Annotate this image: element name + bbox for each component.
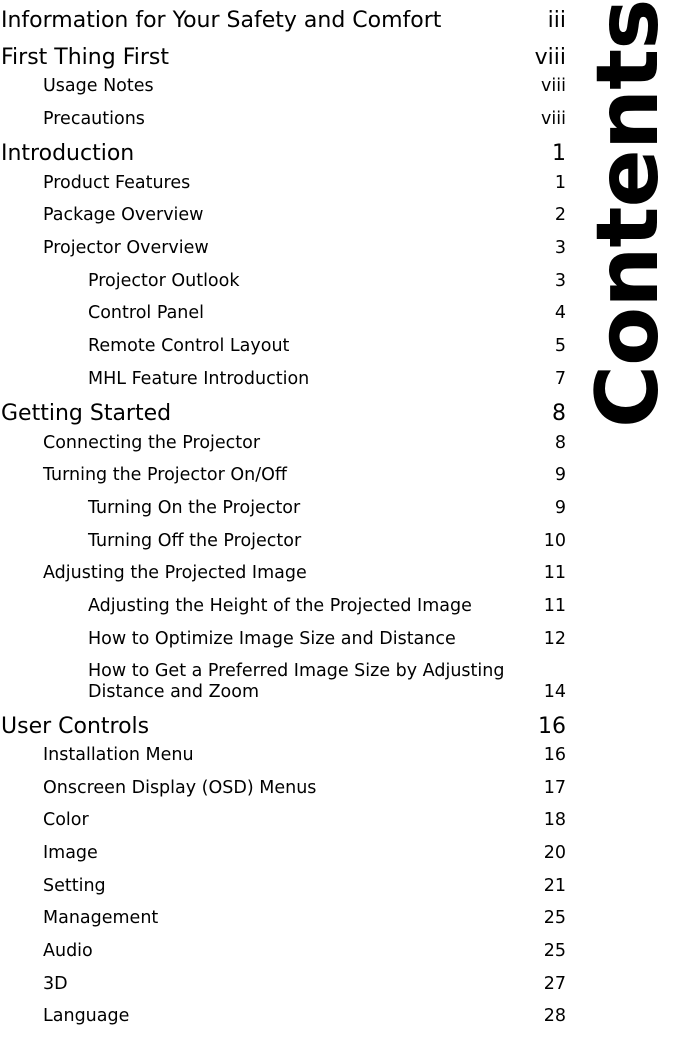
toc-entry-title: Remote Control Layout: [88, 336, 290, 357]
toc-entry-level-2[interactable]: Package Overview 2: [0, 205, 566, 226]
toc-entry-level-2[interactable]: Connecting the Projector 8: [0, 433, 566, 454]
toc-entry-title: Installation Menu: [43, 745, 194, 766]
toc-entry-title: Connecting the Projector: [43, 432, 261, 453]
toc-entry-page-number: 12: [543, 628, 566, 649]
toc-entry-page-number: 20: [543, 843, 566, 864]
toc-entry-page-number: 18: [543, 810, 566, 831]
toc-entry-level-1[interactable]: First Thing First viii: [0, 45, 566, 71]
toc-entry-page-number: 21: [543, 875, 566, 896]
toc-entry-page-number: 11: [543, 563, 566, 584]
toc-entry-page-number: 16: [543, 745, 566, 766]
toc-entry-page-number: 2: [554, 205, 566, 226]
toc-entry-level-1[interactable]: Getting Started 8: [0, 401, 566, 427]
toc-entry-title: MHL Feature Introduction: [88, 368, 310, 389]
toc-entry-title: How to Optimize Image Size and Distance: [88, 628, 456, 649]
toc-entry-page-number: 10: [543, 530, 566, 551]
toc-entry-title: Language: [43, 1006, 130, 1027]
toc-entry-title: Introduction: [1, 141, 135, 167]
toc-entry-title: Projector Outlook: [88, 270, 240, 291]
toc-entry-title: Product Features: [43, 172, 191, 193]
toc-entry-title: Usage Notes: [43, 76, 154, 97]
toc-entry-title: Getting Started: [1, 401, 172, 427]
toc-entry-level-3[interactable]: Remote Control Layout 5: [0, 336, 566, 357]
toc-entry-level-2[interactable]: Turning the Projector On/Off 9: [0, 465, 566, 486]
toc-entry-page-number: viii: [541, 108, 566, 129]
toc-entry-title: Adjusting the Projected Image: [43, 563, 307, 584]
toc-entry-title: Precautions: [43, 108, 145, 129]
toc-entry-page-number: 4: [554, 303, 566, 324]
toc-entry-level-2[interactable]: Setting 21: [0, 876, 566, 897]
toc-entry-page-number: iii: [547, 8, 566, 33]
toc-entry-page-number: 8: [552, 401, 566, 427]
toc-entry-title: Onscreen Display (OSD) Menus: [43, 777, 317, 798]
toc-entry-level-1[interactable]: User Controls 16: [0, 714, 566, 740]
toc-entry-title: Projector Overview: [43, 238, 209, 259]
toc-entry-page-number: 7: [554, 368, 566, 389]
toc-entry-title: Turning On the Projector: [88, 498, 301, 519]
toc-entry-page-number: 11: [543, 596, 566, 617]
toc-entry-level-2[interactable]: Precautions viii: [0, 109, 566, 130]
toc-entry-level-2[interactable]: 3D 27: [0, 974, 566, 995]
toc-entry-level-3[interactable]: How to Get a Preferred Image Size by Adj…: [0, 661, 566, 702]
toc-entry-title: Package Overview: [43, 205, 204, 226]
toc-entry-page-number: 5: [554, 336, 566, 357]
toc-entry-level-2[interactable]: Management 25: [0, 908, 566, 929]
toc-entry-page-number: 9: [554, 465, 566, 486]
toc-entry-level-2[interactable]: Audio 25: [0, 941, 566, 962]
contents-side-title-text: Contents: [578, 0, 678, 428]
toc-entry-title: First Thing First: [1, 44, 169, 70]
toc-entry-title: Turning Off the Projector: [88, 530, 302, 551]
table-of-contents: Information for Your Safety and Comfort i…: [0, 0, 566, 1039]
toc-entry-level-3[interactable]: How to Optimize Image Size and Distance 1…: [0, 629, 566, 650]
toc-entry-level-3[interactable]: Control Panel 4: [0, 303, 566, 324]
toc-entry-level-2[interactable]: Adjusting the Projected Image 11: [0, 563, 566, 584]
toc-entry-title: Control Panel: [88, 303, 205, 324]
toc-entry-page-number: 25: [543, 940, 566, 961]
toc-entry-level-3[interactable]: Turning On the Projector 9: [0, 498, 566, 519]
toc-entry-level-3[interactable]: MHL Feature Introduction 7: [0, 369, 566, 390]
toc-entry-level-2[interactable]: Usage Notes viii: [0, 76, 566, 97]
toc-entry-level-2[interactable]: Onscreen Display (OSD) Menus 17: [0, 778, 566, 799]
toc-entry-page-number: 28: [543, 1006, 566, 1027]
toc-entry-page-number: 9: [554, 498, 566, 519]
toc-entry-level-2[interactable]: Product Features 1: [0, 173, 566, 194]
toc-entry-page-number: 8: [554, 432, 566, 453]
toc-entry-page-number: viii: [534, 44, 566, 70]
toc-entry-level-1[interactable]: Introduction 1: [0, 141, 566, 167]
toc-entry-title: Audio: [43, 940, 93, 961]
toc-entry-level-1[interactable]: Information for Your Safety and Comfort i…: [0, 8, 566, 34]
toc-entry-title: Color: [43, 810, 89, 831]
toc-entry-title: User Controls: [1, 713, 150, 739]
toc-entry-title: Image: [43, 843, 98, 864]
toc-entry-level-3[interactable]: Turning Off the Projector 10: [0, 531, 566, 552]
toc-entry-page-number: 3: [554, 238, 566, 259]
toc-entry-page-number: 14: [543, 681, 566, 702]
toc-entry-page-number: 1: [552, 141, 566, 167]
toc-entry-level-2[interactable]: Installation Menu 16: [0, 745, 566, 766]
toc-entry-page-number: 17: [543, 777, 566, 798]
toc-entry-page-number: 27: [543, 973, 566, 994]
toc-entry-level-3[interactable]: Adjusting the Height of the Projected Im…: [0, 596, 566, 617]
toc-entry-title: How to Get a Preferred Image Size by Adj…: [88, 661, 505, 702]
toc-entry-title: Management: [43, 908, 159, 929]
contents-side-title: Contents: [578, 0, 681, 440]
toc-entry-page-number: 3: [554, 270, 566, 291]
toc-entry-level-2[interactable]: Projector Overview 3: [0, 238, 566, 259]
toc-entry-title: Turning the Projector On/Off: [43, 465, 287, 486]
toc-entry-page-number: 16: [538, 713, 566, 739]
toc-entry-page-number: 1: [554, 172, 566, 193]
toc-entry-level-2[interactable]: Language 28: [0, 1006, 566, 1027]
toc-entry-title: Adjusting the Height of the Projected Im…: [88, 596, 472, 617]
toc-entry-title: Information for Your Safety and Comfort: [1, 8, 442, 33]
toc-entry-page-number: 25: [543, 908, 566, 929]
toc-entry-title: Setting: [43, 875, 106, 896]
toc-entry-level-2[interactable]: Image 20: [0, 843, 566, 864]
toc-entry-title: 3D: [43, 973, 68, 994]
toc-entry-level-2[interactable]: Color 18: [0, 810, 566, 831]
toc-entry-page-number: viii: [541, 76, 566, 97]
toc-entry-level-3[interactable]: Projector Outlook 3: [0, 271, 566, 292]
